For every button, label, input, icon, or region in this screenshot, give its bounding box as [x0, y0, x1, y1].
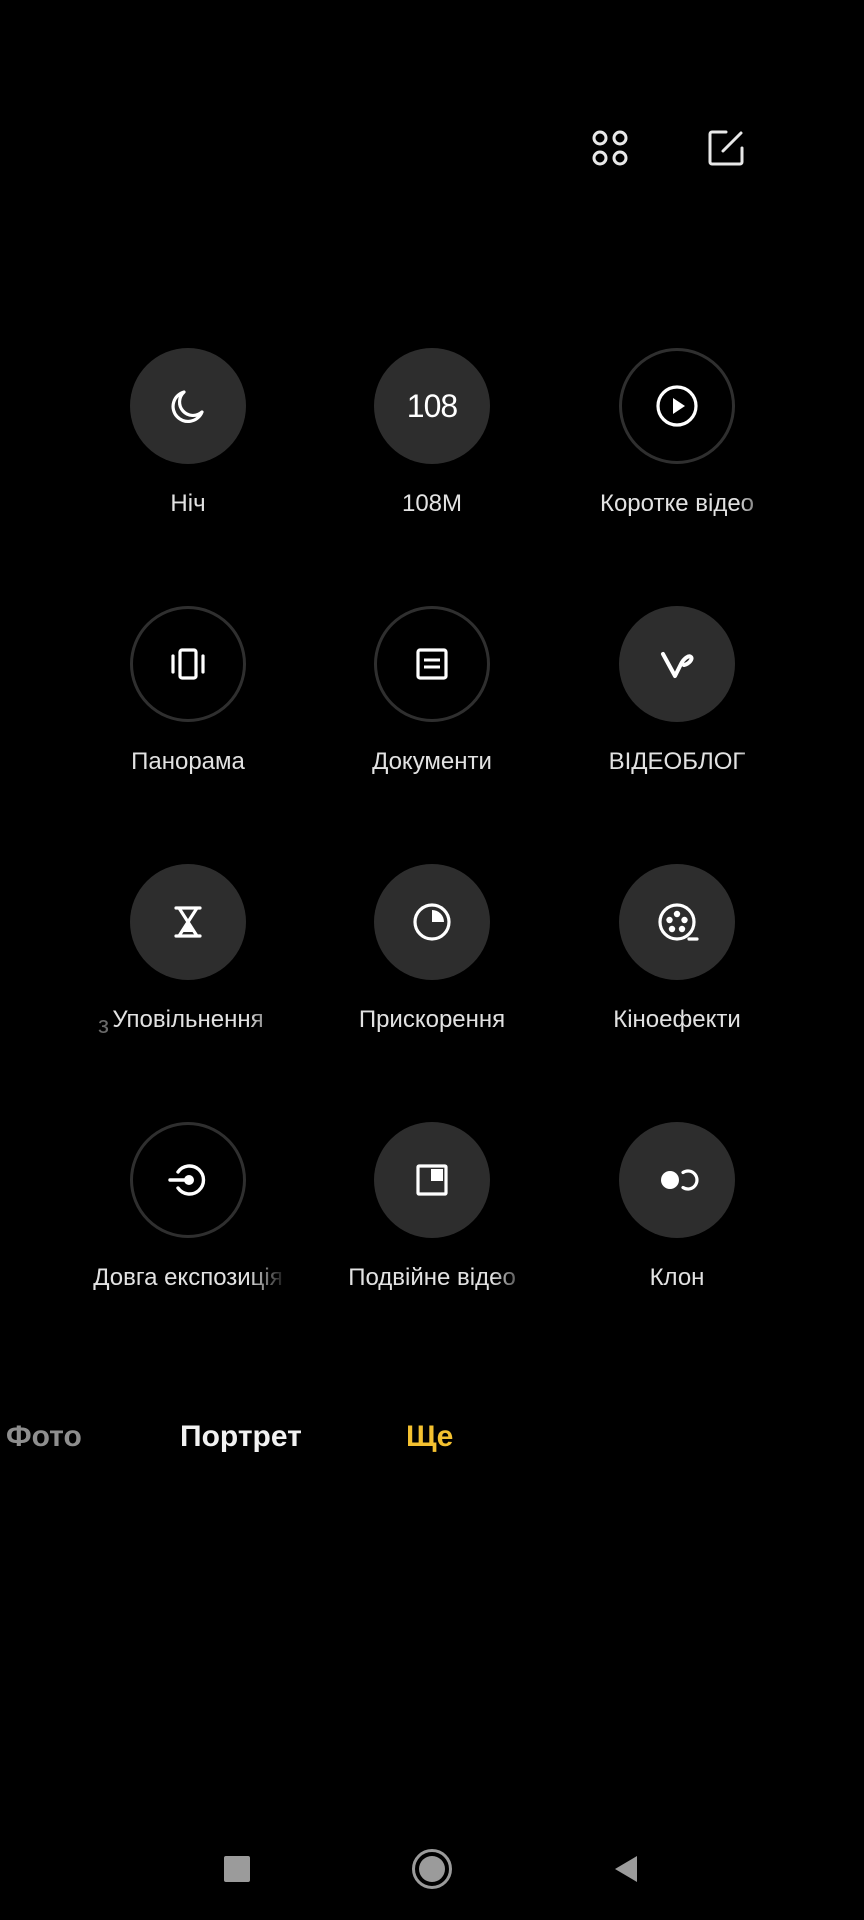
moon-icon — [171, 390, 204, 423]
mode-vlog[interactable]: ВІДЕОБЛОГ — [577, 606, 777, 826]
mode-dual-video-button[interactable] — [374, 1122, 490, 1238]
mode-clone-button[interactable] — [619, 1122, 735, 1238]
mode-long-exposure[interactable]: Довга експозиція — [88, 1122, 288, 1342]
mode-long-exposure-label: Довга експозиція — [93, 1264, 283, 1291]
mode-documents[interactable]: Документи — [332, 606, 532, 826]
mode-clone[interactable]: Клон — [577, 1122, 777, 1342]
mode-movie-effects[interactable]: Кіноефекти — [577, 864, 777, 1084]
tab-photo[interactable]: Фото — [6, 1420, 82, 1454]
dual-video-icon — [416, 1164, 448, 1196]
play-circle-icon — [656, 385, 698, 427]
nav-recents-button[interactable] — [207, 1842, 267, 1896]
mode-night[interactable]: Ніч — [88, 348, 288, 568]
mode-short-video-button[interactable] — [619, 348, 735, 464]
mode-documents-label: Документи — [372, 748, 492, 775]
mode-timelapse-button[interactable] — [374, 864, 490, 980]
mode-timelapse-label: Прискорення — [358, 1006, 506, 1033]
film-reel-icon — [658, 903, 699, 941]
mode-documents-button[interactable] — [374, 606, 490, 722]
vlog-v-icon — [661, 652, 694, 678]
mode-dual-video[interactable]: Подвійне відео — [332, 1122, 532, 1342]
edit-square-icon[interactable] — [696, 118, 756, 178]
mode-108m-label: 108M — [401, 490, 463, 517]
mode-panorama-button[interactable] — [130, 606, 246, 722]
panorama-icon — [171, 648, 205, 680]
square-icon — [224, 1856, 250, 1882]
mode-slow-motion-button[interactable] — [130, 864, 246, 980]
circle-home-icon — [412, 1849, 452, 1889]
mode-movie-effects-label: Кіноефекти — [613, 1006, 741, 1033]
document-icon — [416, 648, 448, 680]
mode-timelapse[interactable]: Прискорення — [332, 864, 532, 1084]
mode-clone-label: Клон — [649, 1264, 705, 1291]
tab-portrait[interactable]: Портрет — [180, 1420, 302, 1454]
mode-vlog-label: ВІДЕОБЛОГ — [608, 748, 746, 775]
mode-movie-effects-button[interactable] — [619, 864, 735, 980]
nav-back-button[interactable] — [596, 1842, 656, 1896]
mode-slow-motion[interactable]: Уповільнення — [88, 864, 288, 1084]
hourglass-icon — [174, 906, 202, 938]
mode-dual-video-label: Подвійне відео — [348, 1264, 516, 1291]
triangle-back-icon — [615, 1856, 637, 1882]
mode-long-exposure-button[interactable] — [130, 1122, 246, 1238]
mode-slow-motion-label: Уповільнення — [112, 1006, 264, 1033]
108-badge-icon: 108 — [406, 387, 458, 424]
nav-home-button[interactable] — [402, 1842, 462, 1896]
mode-night-label: Ніч — [170, 490, 206, 517]
grid-4-dots-icon[interactable] — [580, 118, 640, 178]
long-exposure-icon — [168, 1164, 206, 1196]
clone-icon — [661, 1169, 699, 1191]
mode-short-video[interactable]: Коротке відео — [577, 348, 777, 568]
mode-short-video-label: Коротке відео — [599, 490, 755, 517]
mode-night-button[interactable] — [130, 348, 246, 464]
mode-panorama[interactable]: Панорама — [88, 606, 288, 826]
mode-panorama-label: Панорама — [131, 748, 245, 775]
mode-108m-button[interactable]: 108 — [374, 348, 490, 464]
mode-vlog-button[interactable] — [619, 606, 735, 722]
tab-more[interactable]: Ще — [406, 1420, 453, 1454]
timelapse-icon — [413, 903, 451, 941]
mode-108m[interactable]: 108 108M — [332, 348, 532, 568]
